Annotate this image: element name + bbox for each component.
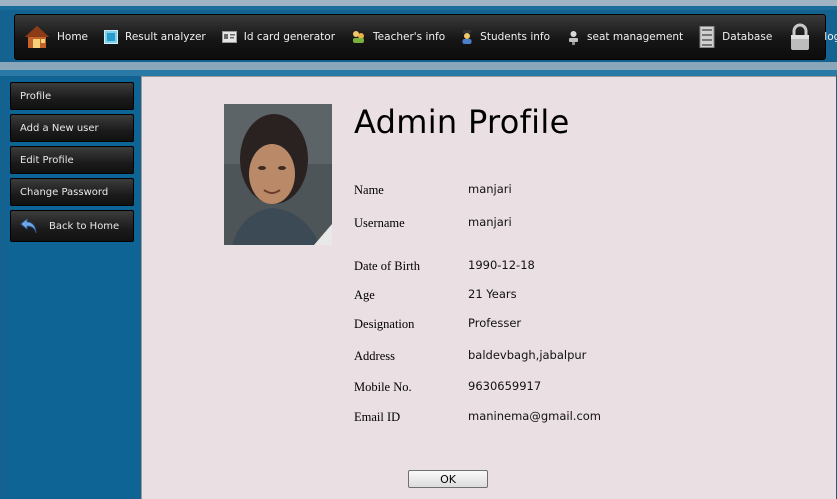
sidebar-item-label: Change Password (20, 186, 109, 198)
id-card-icon (221, 31, 237, 43)
mobile-label: Mobile No. (354, 380, 412, 394)
padlock-icon (790, 23, 810, 51)
student-icon (461, 30, 473, 44)
sidebar-item-back-to-home[interactable]: Back to Home (10, 210, 134, 242)
nav-seat-label: seat management (587, 31, 684, 43)
top-nav-bar: Home Result analyzer Id card generator T… (14, 14, 837, 60)
nav-result-analyzer[interactable]: Result analyzer (104, 15, 206, 59)
nav-id-card-label: Id card generator (243, 31, 336, 43)
address-label: Address (354, 349, 395, 363)
seat-icon (567, 30, 580, 45)
username-label: Username (354, 216, 405, 230)
name-label: Name (354, 183, 384, 197)
nav-students-label: Students info (480, 31, 551, 43)
address-value: baldevbagh,jabalpur (468, 348, 587, 362)
email-label: Email ID (354, 410, 401, 424)
sidebar: Profile Add a New user Edit Profile Chan… (8, 78, 138, 498)
username-value: manjari (468, 215, 512, 229)
nav-home[interactable]: Home (24, 15, 88, 59)
sidebar-item-profile[interactable]: Profile (10, 82, 134, 110)
house-icon (24, 25, 50, 49)
database-icon (699, 26, 715, 48)
sidebar-item-add-user[interactable]: Add a New user (10, 114, 134, 142)
profile-photo (224, 104, 332, 245)
designation-value: Professer (468, 316, 522, 330)
nav-seat-management[interactable]: seat management (567, 15, 683, 59)
page-title: Admin Profile (354, 103, 570, 141)
name-value: manjari (468, 182, 512, 196)
nav-students-info[interactable]: Students info (461, 15, 550, 59)
monitor-icon (104, 30, 119, 44)
nav-logout[interactable]: logout (790, 15, 837, 59)
sidebar-item-label: Edit Profile (20, 154, 74, 166)
sidebar-item-edit-profile[interactable]: Edit Profile (10, 146, 134, 174)
sidebar-item-label: Profile (20, 90, 52, 102)
sidebar-item-label: Add a New user (20, 122, 99, 134)
email-value: maninema@gmail.com (468, 409, 602, 423)
back-arrow-icon (20, 218, 38, 234)
profile-panel: Admin Profile Name manjari Username manj… (141, 76, 836, 499)
nav-home-label: Home (57, 31, 89, 43)
nav-database[interactable]: Database (699, 15, 772, 59)
dob-value: 1990-12-18 (468, 258, 535, 272)
dob-label: Date of Birth (354, 259, 420, 273)
designation-label: Designation (354, 317, 415, 331)
nav-database-label: Database (722, 31, 773, 43)
nav-result-analyzer-label: Result analyzer (125, 31, 206, 43)
teacher-icon (351, 30, 366, 44)
mid-stripe (0, 62, 837, 70)
top-stripe-dark (0, 6, 837, 10)
nav-logout-label: logout (824, 31, 837, 43)
sidebar-item-change-password[interactable]: Change Password (10, 178, 134, 206)
sidebar-item-label: Back to Home (49, 220, 120, 232)
nav-teachers-info[interactable]: Teacher's info (351, 15, 445, 59)
nav-id-card-generator[interactable]: Id card generator (221, 15, 336, 59)
mobile-value: 9630659917 (468, 379, 542, 393)
ok-button[interactable]: OK (408, 470, 488, 488)
age-label: Age (354, 288, 375, 302)
age-value: 21 Years (468, 287, 517, 301)
nav-teachers-label: Teacher's info (373, 31, 446, 43)
